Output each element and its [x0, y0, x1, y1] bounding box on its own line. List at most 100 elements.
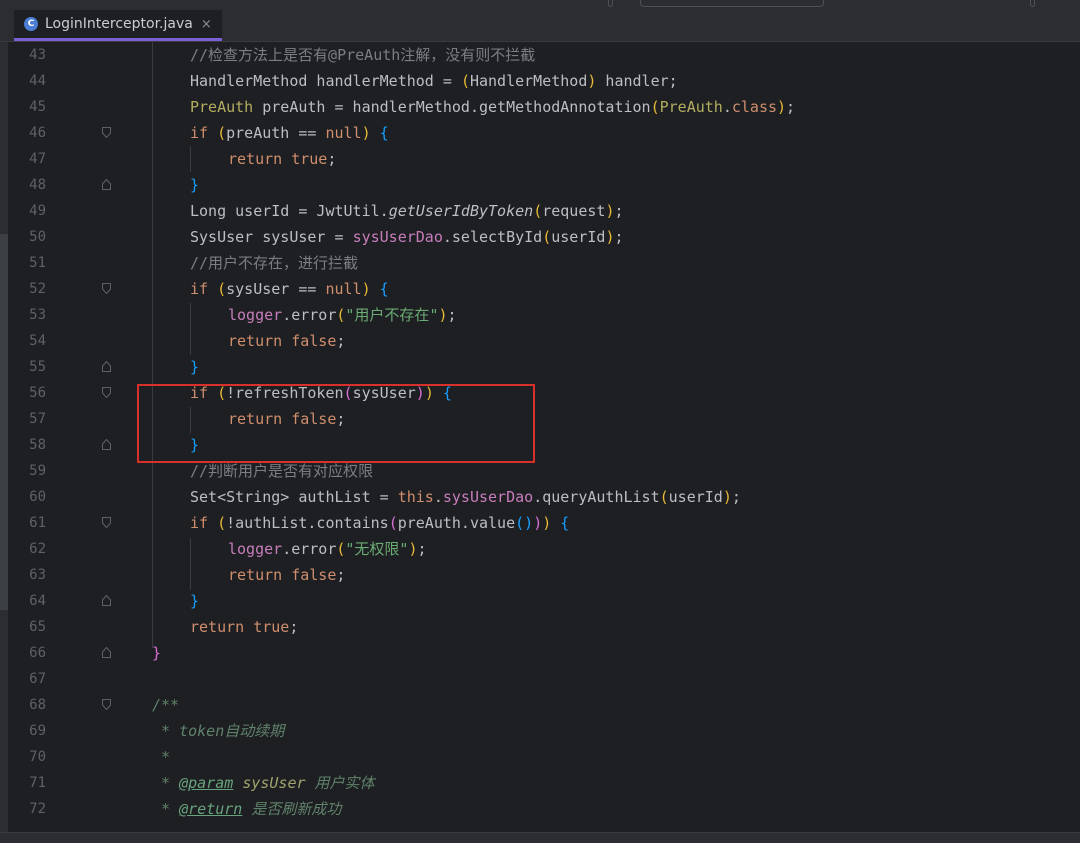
code-line[interactable]: 46 if (preAuth == null) {: [0, 120, 1080, 146]
line-number: 55: [29, 359, 46, 375]
editor-tab-bar: C LoginInterceptor.java ×: [0, 10, 1080, 42]
code-token: .: [433, 488, 443, 506]
code-token: .: [722, 98, 732, 116]
code-token: ): [438, 306, 448, 324]
line-number: 70: [29, 749, 46, 765]
fold-close-icon[interactable]: [102, 361, 111, 372]
code-line[interactable]: 48}: [0, 172, 1080, 198]
code-line[interactable]: 60 Set<String> authList = this.sysUserDao…: [0, 484, 1080, 510]
line-number: 66: [29, 645, 46, 661]
code-editor[interactable]: 43 //检查方法上是否有@PreAuth注解，没有则不拦截 44 HandlerMe…: [0, 42, 1080, 832]
fold-close-icon[interactable]: [102, 647, 111, 658]
code-token: handler;: [596, 72, 678, 90]
code-token: "无权限": [345, 540, 409, 558]
code-token: ): [361, 280, 371, 298]
line-number: 52: [29, 281, 46, 297]
code-token: null: [325, 124, 362, 142]
code-token: (: [533, 202, 543, 220]
code-token: (: [659, 488, 669, 506]
line-number: 44: [29, 73, 46, 89]
code-text: logger.error("无权限");: [228, 536, 427, 562]
code-token: ): [361, 124, 371, 142]
code-token: if: [190, 280, 209, 298]
code-token: logger: [228, 540, 283, 558]
line-number: 63: [29, 567, 46, 583]
code-token: (: [217, 280, 227, 298]
tab-login-interceptor[interactable]: C LoginInterceptor.java ×: [14, 10, 222, 41]
code-line[interactable]: 52 if (sysUser == null) {: [0, 276, 1080, 302]
code-line[interactable]: 45 PreAuth preAuth = handlerMethod.getMet…: [0, 94, 1080, 120]
code-token: sysUserDao: [442, 488, 534, 506]
code-line[interactable]: 61 if (!authList.contains(preAuth.value()…: [0, 510, 1080, 536]
code-token: return false: [228, 566, 337, 584]
code-line[interactable]: 47 return true;: [0, 146, 1080, 172]
fold-open-icon[interactable]: [102, 699, 111, 710]
code-line[interactable]: 54 return false;: [0, 328, 1080, 354]
code-line[interactable]: 65 return true;: [0, 614, 1080, 640]
fold-open-icon[interactable]: [102, 387, 111, 398]
code-text: if (!authList.contains(preAuth.value()))…: [190, 510, 569, 536]
code-line[interactable]: 70 *: [0, 744, 1080, 770]
code-token: }: [190, 358, 200, 376]
code-token: ;: [614, 202, 624, 220]
fold-open-icon[interactable]: [102, 283, 111, 294]
toolbar-divider: [1030, 0, 1035, 7]
code-token: //用户不存在，进行拦截: [190, 254, 359, 272]
fold-open-icon[interactable]: [102, 127, 111, 138]
code-text: HandlerMethod handlerMethod = (HandlerMe…: [190, 68, 678, 94]
code-token: (: [460, 72, 470, 90]
line-number: 56: [29, 385, 46, 401]
code-token: PreAuth: [659, 98, 723, 116]
run-config-dropdown[interactable]: [640, 0, 824, 7]
highlight-box: [137, 384, 535, 463]
code-text: Long userId = JwtUtil.getUserIdByToken(r…: [190, 198, 624, 224]
code-token: *: [152, 774, 180, 792]
code-line[interactable]: 72 * @return 是否刷新成功: [0, 796, 1080, 822]
code-text: Set<String> authList = this.sysUserDao.q…: [190, 484, 741, 510]
code-text: * @return 是否刷新成功: [152, 796, 341, 822]
code-token: logger: [228, 306, 283, 324]
code-token: //检查方法上是否有@PreAuth注解，没有则不拦截: [190, 46, 536, 64]
code-token: 用户实体: [305, 774, 375, 792]
close-icon[interactable]: ×: [201, 17, 212, 32]
code-line[interactable]: 71 * @param sysUser 用户实体: [0, 770, 1080, 796]
code-text: SysUser sysUser = sysUserDao.selectById(…: [190, 224, 624, 250]
code-text: logger.error("用户不存在");: [228, 302, 457, 328]
code-line[interactable]: 64}: [0, 588, 1080, 614]
code-token: * token自动续期: [152, 722, 285, 740]
code-token: (: [542, 228, 552, 246]
fold-close-icon[interactable]: [102, 179, 111, 190]
line-number: 67: [29, 671, 46, 687]
code-token: userId: [668, 488, 723, 506]
java-class-icon: C: [24, 17, 38, 31]
fold-open-icon[interactable]: [102, 517, 111, 528]
code-token: HandlerMethod handlerMethod =: [190, 72, 461, 90]
code-line[interactable]: 51 //用户不存在，进行拦截: [0, 250, 1080, 276]
code-line[interactable]: 63 return false;: [0, 562, 1080, 588]
code-line[interactable]: 67: [0, 666, 1080, 692]
line-number: 49: [29, 203, 46, 219]
code-line[interactable]: 44 HandlerMethod handlerMethod = (Handler…: [0, 68, 1080, 94]
code-line[interactable]: 66}: [0, 640, 1080, 666]
line-number: 69: [29, 723, 46, 739]
code-line[interactable]: 50 SysUser sysUser = sysUserDao.selectByI…: [0, 224, 1080, 250]
code-token: sysUser: [242, 774, 306, 792]
code-line[interactable]: 68 /**: [0, 692, 1080, 718]
code-line[interactable]: 55}: [0, 354, 1080, 380]
fold-close-icon[interactable]: [102, 439, 111, 450]
code-line[interactable]: 62 logger.error("无权限");: [0, 536, 1080, 562]
fold-close-icon[interactable]: [102, 595, 111, 606]
code-text: if (preAuth == null) {: [190, 120, 389, 146]
code-token: getUserIdByToken: [388, 202, 534, 220]
code-token: "用户不存在": [345, 306, 439, 324]
code-token: *: [152, 800, 180, 818]
code-line[interactable]: 49 Long userId = JwtUtil.getUserIdByToken…: [0, 198, 1080, 224]
code-line[interactable]: 53 logger.error("用户不存在");: [0, 302, 1080, 328]
code-line[interactable]: 43 //检查方法上是否有@PreAuth注解，没有则不拦截: [0, 42, 1080, 68]
code-line[interactable]: 69 * token自动续期: [0, 718, 1080, 744]
line-number: 68: [29, 697, 46, 713]
